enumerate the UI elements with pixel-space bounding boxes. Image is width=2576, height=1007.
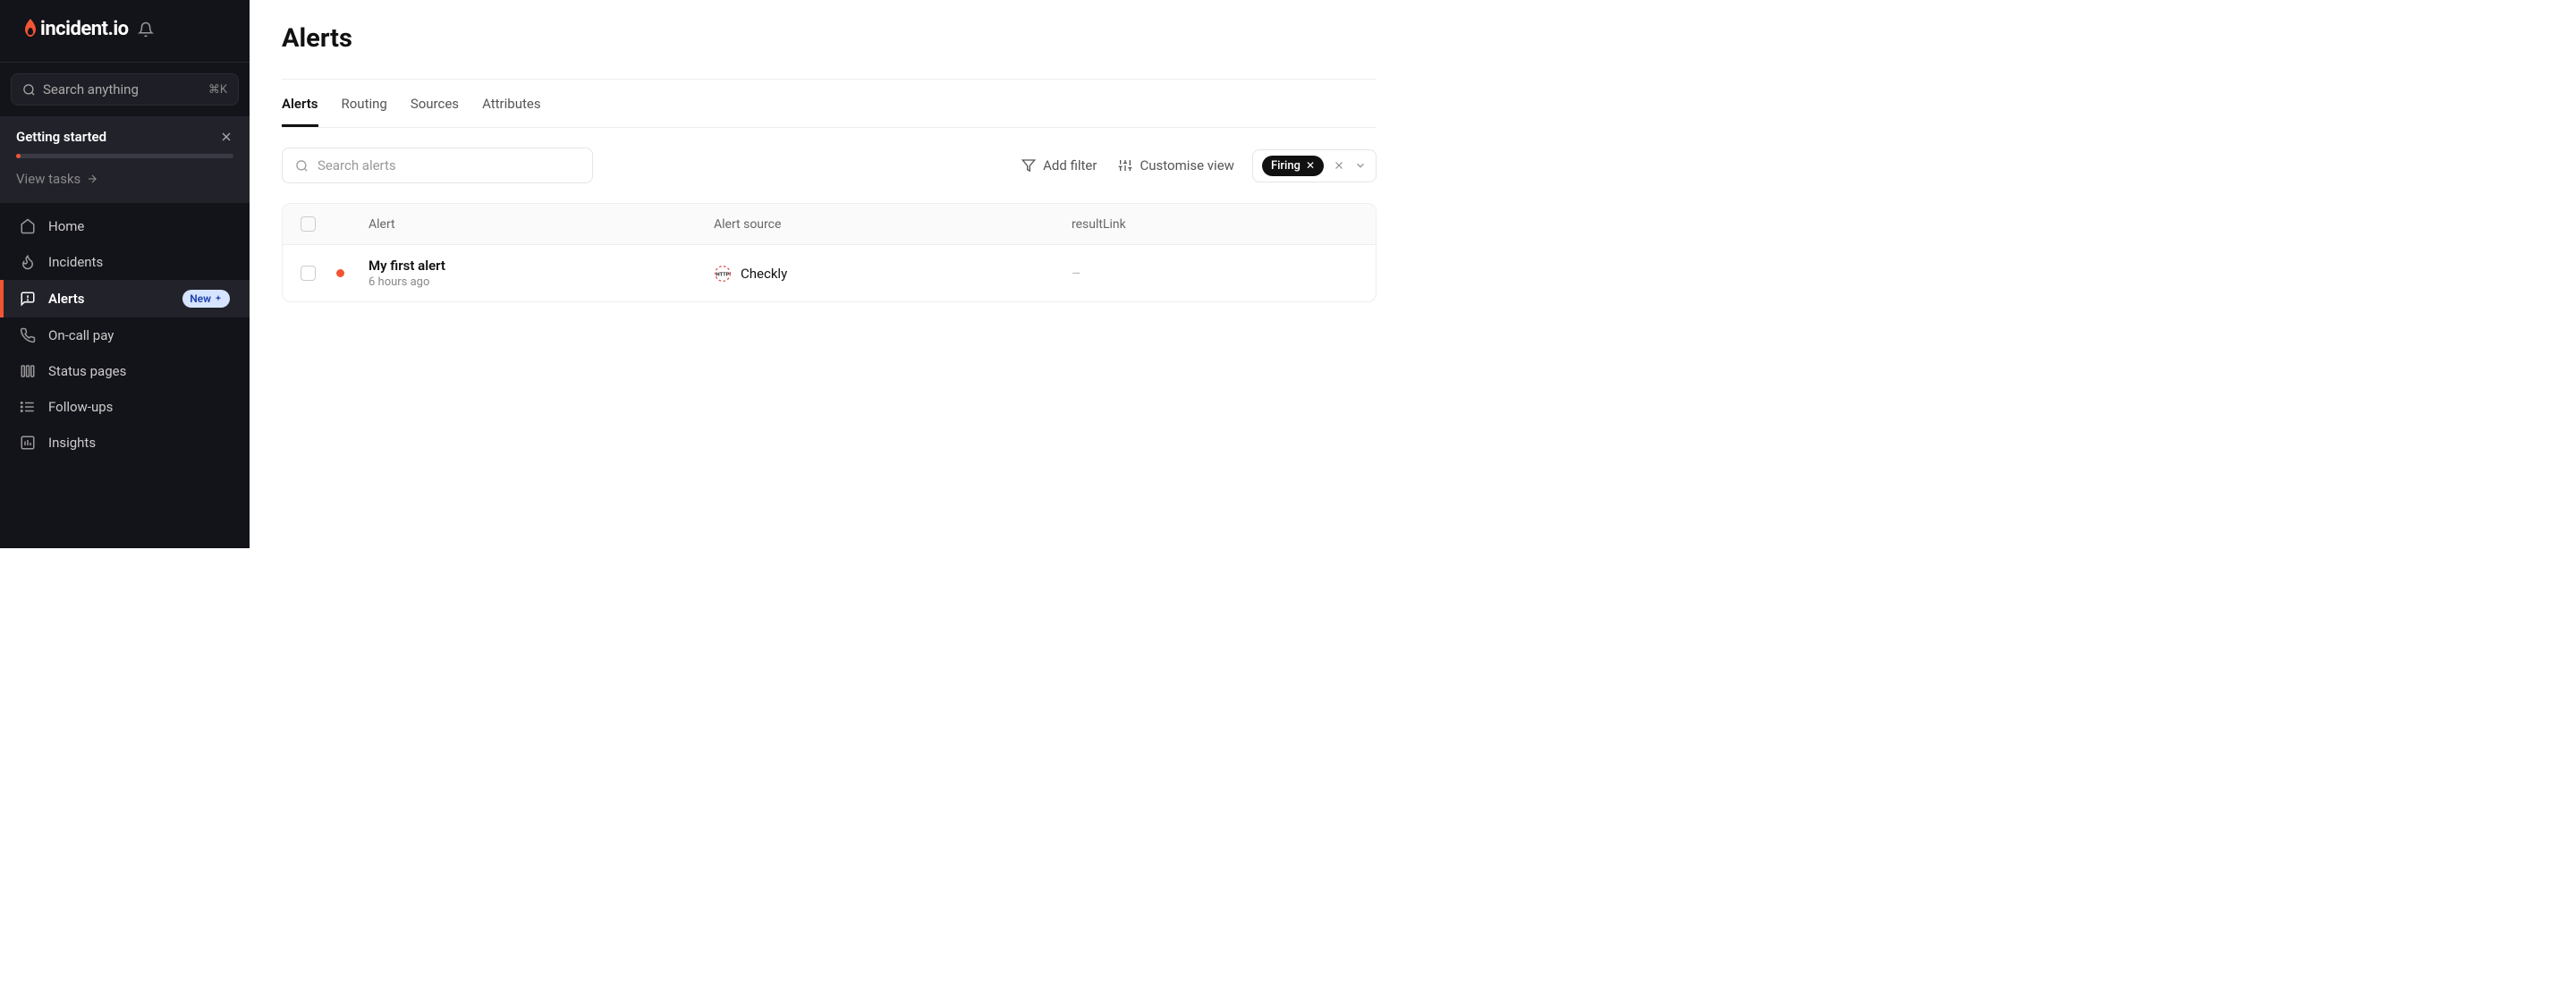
list-icon (20, 399, 36, 415)
source-name: Checkly (741, 266, 787, 282)
brand-name: incident.io (40, 18, 129, 40)
sliders-icon (1118, 158, 1132, 173)
sidebar-item-follow-ups[interactable]: Follow-ups (0, 389, 250, 425)
result-value: – (1072, 265, 1081, 282)
add-filter-button[interactable]: Add filter (1018, 152, 1100, 179)
toolbar: Search alerts Add filter Customise view … (282, 128, 1377, 203)
sidebar-header: incident.io (0, 0, 250, 63)
home-icon (20, 218, 36, 234)
search-placeholder: Search anything (43, 81, 201, 97)
search-alerts-input[interactable]: Search alerts (282, 148, 593, 183)
bars-icon (20, 363, 36, 379)
page-header: Alerts (250, 0, 1409, 80)
bell-icon[interactable] (138, 21, 154, 38)
active-filters: Firing ✕ (1252, 149, 1377, 182)
logo: incident.io (21, 18, 129, 40)
search-container: Search anything ⌘K (0, 63, 250, 116)
header-result: resultLink (1072, 217, 1358, 232)
alert-title: My first alert (369, 258, 714, 274)
progress-bar (16, 154, 233, 158)
arrow-right-icon (86, 173, 98, 185)
select-all-checkbox[interactable] (301, 216, 316, 232)
search-shortcut: ⌘K (208, 83, 227, 97)
alert-timestamp: 6 hours ago (369, 275, 714, 289)
tab-attributes[interactable]: Attributes (482, 96, 541, 127)
tab-alerts[interactable]: Alerts (282, 96, 318, 127)
sidebar-item-home[interactable]: Home (0, 208, 250, 244)
search-icon (295, 159, 309, 173)
alerts-table: Alert Alert source resultLink My first a… (282, 203, 1377, 302)
close-icon[interactable] (219, 130, 233, 144)
status-dot-firing (336, 269, 344, 277)
svg-text:HTTP: HTTP (716, 272, 729, 277)
flame-icon (21, 19, 39, 40)
header-source: Alert source (714, 217, 1072, 232)
clear-filters-icon[interactable] (1333, 159, 1345, 172)
chart-icon (20, 435, 36, 451)
sidebar-item-alerts[interactable]: Alerts New (0, 280, 250, 317)
table-row[interactable]: My first alert 6 hours ago HTTP Checkly … (283, 245, 1376, 301)
search-icon (22, 83, 36, 97)
sidebar: incident.io Search anything ⌘K Getting s… (0, 0, 250, 548)
http-icon: HTTP (714, 265, 732, 283)
filter-icon (1021, 158, 1036, 173)
new-badge: New (182, 290, 230, 308)
table-header: Alert Alert source resultLink (283, 204, 1376, 245)
tab-sources[interactable]: Sources (411, 96, 459, 127)
header-alert: Alert (369, 217, 714, 232)
sparkle-icon (214, 294, 223, 303)
row-checkbox[interactable] (301, 266, 316, 281)
nav: Home Incidents Alerts New On-call pay St… (0, 203, 250, 461)
getting-started-title: Getting started (16, 129, 106, 145)
customise-view-button[interactable]: Customise view (1114, 152, 1237, 179)
phone-icon (20, 327, 36, 343)
sidebar-item-incidents[interactable]: Incidents (0, 244, 250, 280)
getting-started-panel: Getting started View tasks (0, 116, 250, 203)
remove-chip-icon[interactable]: ✕ (1306, 159, 1315, 172)
content: Alerts Routing Sources Attributes Search… (250, 80, 1409, 302)
flame-icon (20, 254, 36, 270)
sidebar-item-status-pages[interactable]: Status pages (0, 353, 250, 389)
view-tasks-link[interactable]: View tasks (16, 171, 233, 187)
sidebar-item-insights[interactable]: Insights (0, 425, 250, 461)
page-title: Alerts (282, 23, 1377, 54)
tab-routing[interactable]: Routing (342, 96, 387, 127)
chevron-down-icon[interactable] (1354, 159, 1367, 172)
global-search[interactable]: Search anything ⌘K (11, 73, 239, 106)
sidebar-item-on-call-pay[interactable]: On-call pay (0, 317, 250, 353)
tabs: Alerts Routing Sources Attributes (282, 80, 1377, 128)
filter-chip-firing[interactable]: Firing ✕ (1262, 156, 1324, 176)
main: Alerts Alerts Routing Sources Attributes… (250, 0, 1409, 548)
alert-icon (20, 291, 36, 307)
